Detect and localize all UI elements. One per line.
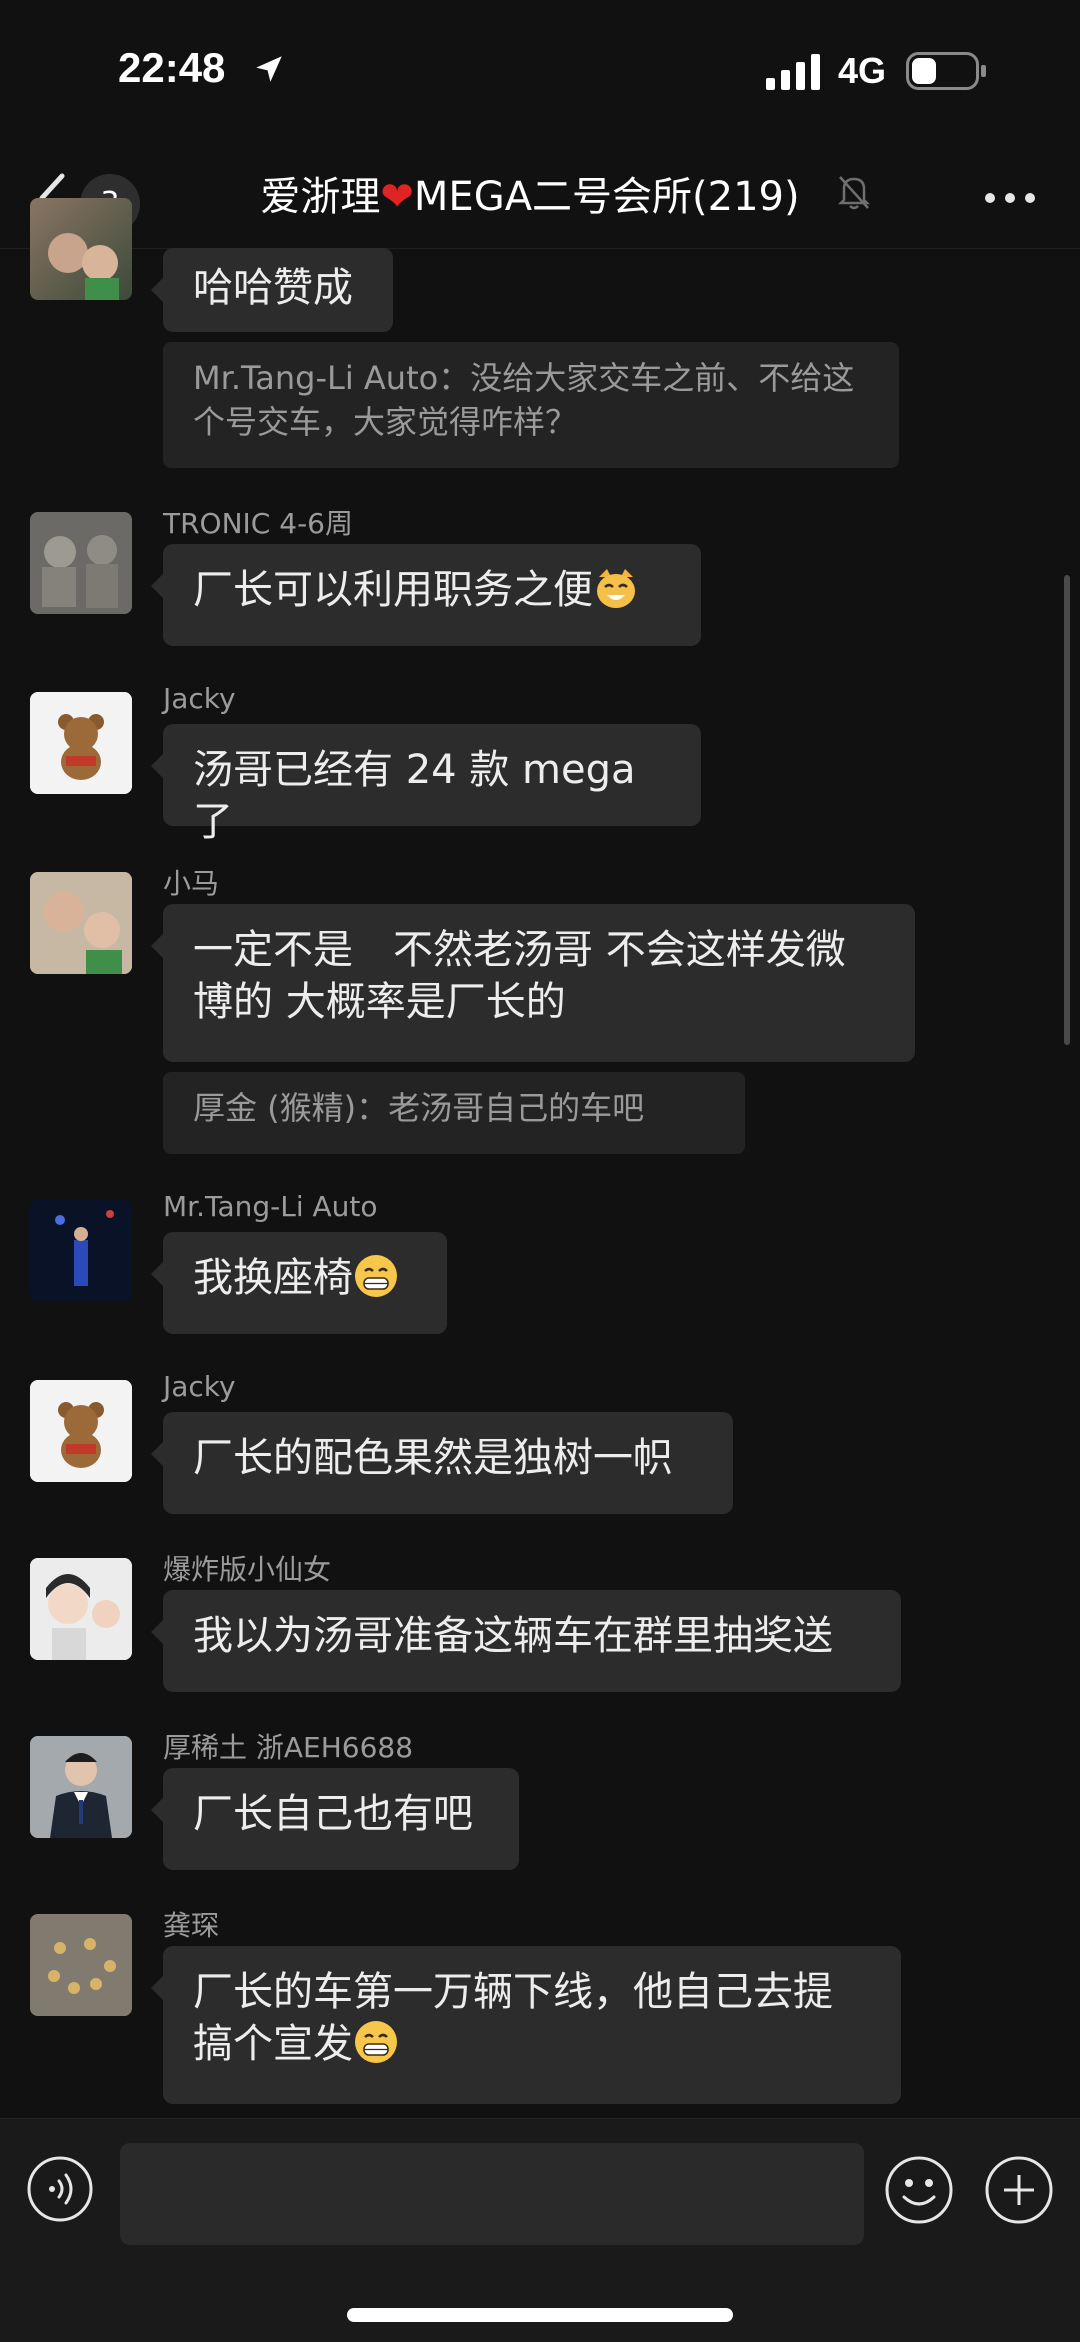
grin-emoji-icon xyxy=(355,2021,397,2063)
avatar[interactable] xyxy=(30,1380,132,1482)
message-text: 一定不是 不然老汤哥 不会这样发微博的 大概率是厂长的 xyxy=(193,927,846,1025)
sender-name: Jacky xyxy=(163,1370,236,1403)
message-bubble[interactable]: 我换座椅 xyxy=(151,1232,447,1334)
home-indicator[interactable] xyxy=(347,2308,733,2322)
avatar-image xyxy=(30,1558,132,1660)
status-bar: 22:48 4G xyxy=(0,0,1080,150)
avatar[interactable] xyxy=(30,1558,132,1660)
message-text: 哈哈赞成 xyxy=(193,265,353,311)
sender-name: 小马 xyxy=(163,867,220,900)
more-icon[interactable] xyxy=(980,178,1040,218)
message-text: 厂长的配色果然是独树一帜 xyxy=(193,1435,673,1481)
message-text: 厂长自己也有吧 xyxy=(193,1791,473,1837)
sender-name: 爆炸版小仙女 xyxy=(163,1553,332,1586)
plus-icon[interactable] xyxy=(984,2155,1054,2225)
avatar-image xyxy=(30,1736,132,1838)
scrollbar[interactable] xyxy=(1064,575,1070,1045)
quoted-message[interactable]: Mr.Tang-Li Auto：没给大家交车之前、不给这个号交车，大家觉得咋样？ xyxy=(163,342,899,468)
sender-name: 龚琛 xyxy=(163,1909,220,1942)
title-prefix: 爱浙理 xyxy=(260,174,381,220)
message-bubble[interactable]: 一定不是 不然老汤哥 不会这样发微博的 大概率是厂长的 xyxy=(151,904,915,1062)
message-text: 厂长可以利用职务之便 xyxy=(193,567,593,613)
avatar-image xyxy=(30,512,132,614)
sender-name: Mr.Tang-Li Auto xyxy=(163,1190,378,1223)
location-arrow-icon xyxy=(256,56,282,82)
message-bubble[interactable]: 哈哈赞成 xyxy=(151,248,393,332)
bell-mute-icon xyxy=(837,176,871,210)
message-bubble[interactable]: 厂长的配色果然是独树一帜 xyxy=(151,1412,733,1514)
avatar-image xyxy=(30,1200,132,1302)
avatar[interactable] xyxy=(30,1914,132,2016)
avatar[interactable] xyxy=(30,1736,132,1838)
cat-emoji-icon xyxy=(597,569,635,608)
quote-text: Mr.Tang-Li Auto：没给大家交车之前、不给这个号交车，大家觉得咋样？ xyxy=(193,359,855,441)
message-text: 我以为汤哥准备这辆车在群里抽奖送 xyxy=(193,1613,833,1659)
heart-icon: ❤ xyxy=(380,174,414,220)
teddy-bear-avatar xyxy=(30,692,132,794)
message-bubble[interactable]: 厂长的车第一万辆下线，他自己去提搞个宣发 xyxy=(151,1946,901,2104)
smile-icon[interactable] xyxy=(884,2155,954,2225)
sender-name: Jacky xyxy=(163,682,236,715)
chat-title: 爱浙理❤MEGA二号会所(219) xyxy=(160,164,900,222)
message-bubble[interactable]: 我以为汤哥准备这辆车在群里抽奖送 xyxy=(151,1590,901,1692)
title-suffix: MEGA二号会所(219) xyxy=(413,174,800,220)
avatar-image xyxy=(30,872,132,974)
cellular-signal-icon xyxy=(766,54,820,90)
avatar-image xyxy=(30,1914,132,2016)
message-bubble[interactable]: 厂长可以利用职务之便 xyxy=(151,544,701,646)
status-time: 22:48 xyxy=(118,44,226,91)
message-bubble[interactable]: 厂长自己也有吧 xyxy=(151,1768,519,1870)
teddy-bear-avatar xyxy=(30,1380,132,1482)
sender-name: 厚稀土 浙AEH6688 xyxy=(163,1731,414,1764)
quoted-message[interactable]: 厚金 (猴精)：老汤哥自己的车吧 xyxy=(163,1072,745,1154)
chat-header: 3 爱浙理❤MEGA二号会所(219) xyxy=(0,150,1080,249)
avatar[interactable] xyxy=(30,692,132,794)
message-bubble[interactable]: 汤哥已经有 24 款 mega 了 xyxy=(151,724,701,845)
message-input[interactable] xyxy=(120,2143,864,2245)
avatar[interactable] xyxy=(30,512,132,614)
message-text: 汤哥已经有 24 款 mega 了 xyxy=(193,747,636,845)
quote-text: 厚金 (猴精)：老汤哥自己的车吧 xyxy=(193,1089,645,1127)
battery-icon xyxy=(906,52,986,90)
avatar[interactable] xyxy=(30,198,132,300)
message-text: 厂长的车第一万辆下线，他自己去提搞个宣发 xyxy=(193,1969,833,2067)
network-type: 4G xyxy=(838,50,887,91)
sender-name: TRONIC 4-6周 xyxy=(163,507,353,540)
avatar-image xyxy=(48,233,119,300)
grin-emoji-icon xyxy=(355,1255,397,1297)
message-text: 我换座椅 xyxy=(193,1255,353,1301)
avatar[interactable] xyxy=(30,1200,132,1302)
voice-icon[interactable] xyxy=(26,2155,94,2223)
avatar[interactable] xyxy=(30,872,132,974)
